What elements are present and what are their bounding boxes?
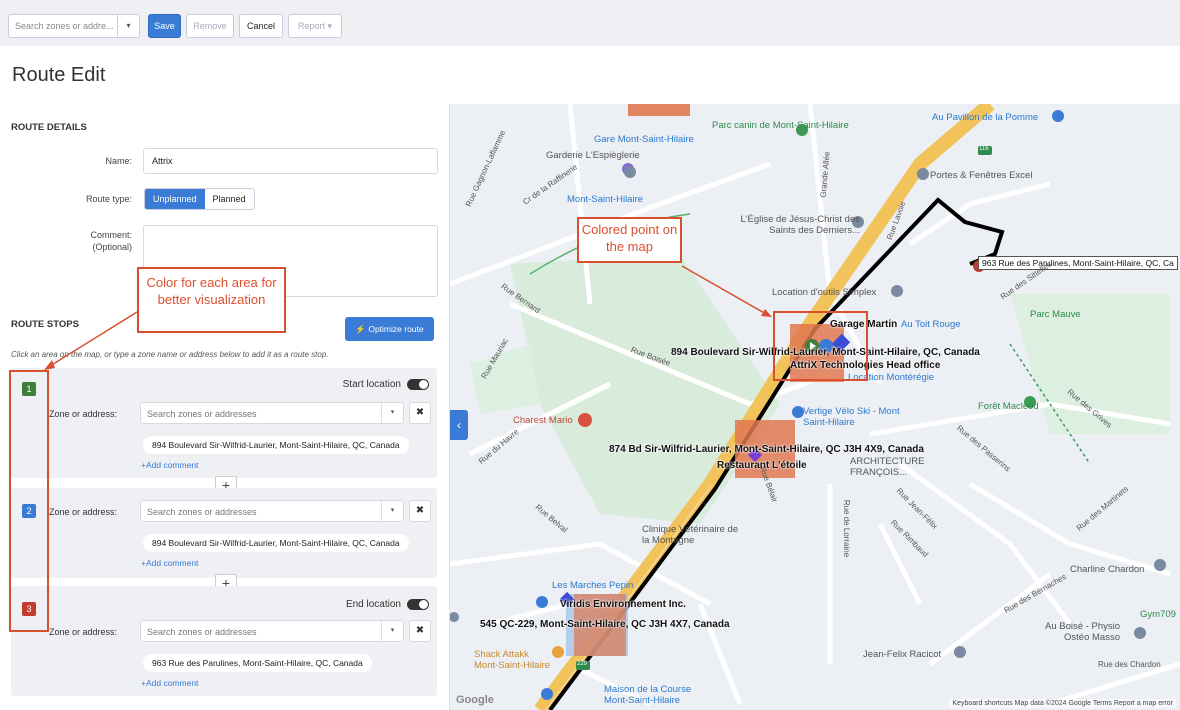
zone-search-input[interactable]: Search zones or addre... ▾ <box>8 14 140 38</box>
top-toolbar: Search zones or addre... ▾ Save Remove C… <box>0 0 1180 46</box>
page-title: Route Edit <box>12 64 106 86</box>
save-button[interactable]: Save <box>148 14 181 38</box>
annotation-arrow <box>681 265 772 317</box>
remove-button[interactable]: Remove <box>186 14 234 38</box>
route-map[interactable]: Gare Mont-Saint-Hilaire Parc canin de Mo… <box>450 104 1180 710</box>
route-edit-page: Search zones or addre... ▾ Save Remove C… <box>0 0 1180 710</box>
cancel-button[interactable]: Cancel <box>239 14 283 38</box>
chevron-down-icon[interactable]: ▾ <box>117 15 139 37</box>
map-footer[interactable]: Keyboard shortcuts Map data ©2024 Google… <box>949 699 1176 708</box>
annotation-arrow <box>44 311 138 370</box>
collapse-panel-button[interactable]: ‹ <box>450 410 468 440</box>
zone-search-placeholder: Search zones or addre... <box>15 21 114 31</box>
title-bar: Route Edit <box>0 46 1180 104</box>
route-form-panel: ROUTE DETAILS Name: Attrix Route type: U… <box>0 104 450 710</box>
chevron-left-icon: ‹ <box>457 418 461 432</box>
report-dropdown[interactable]: Report ▾ <box>288 14 342 38</box>
